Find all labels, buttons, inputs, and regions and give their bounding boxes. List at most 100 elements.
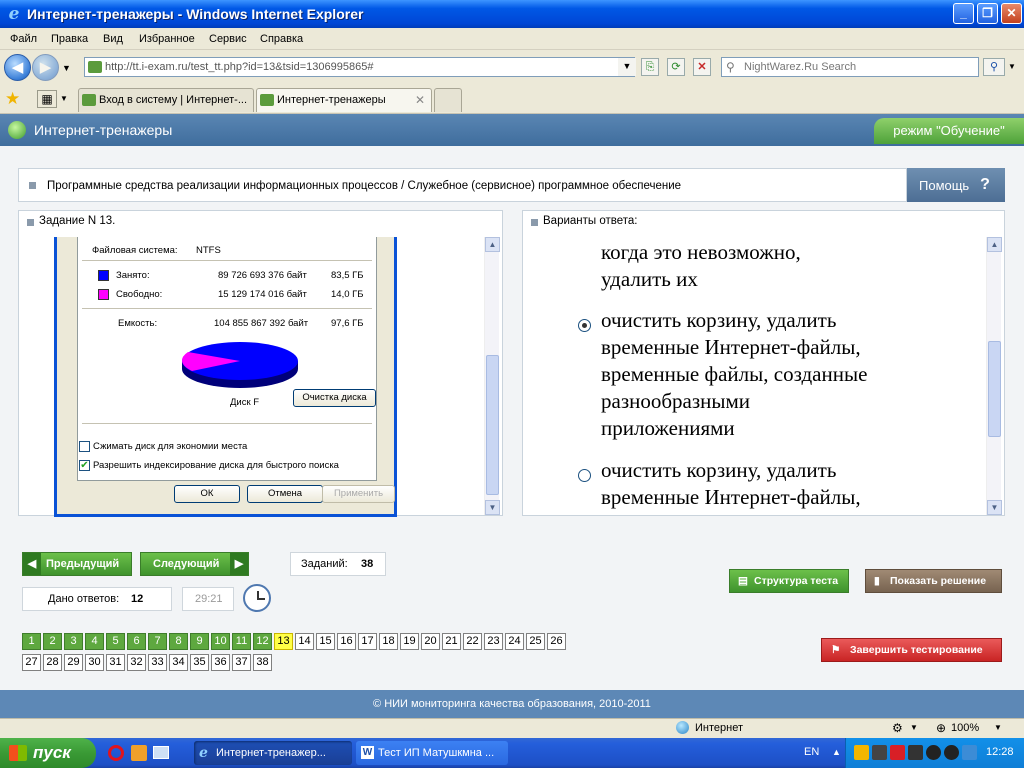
language-indicator[interactable]: EN (804, 746, 819, 758)
next-button[interactable]: Следующий ▶ (140, 552, 249, 576)
question-number-6[interactable]: 6 (127, 633, 146, 650)
tab-login[interactable]: Вход в систему | Интернет-... (78, 88, 254, 112)
protected-dropdown-icon[interactable]: ▼ (910, 723, 918, 732)
new-tab-button[interactable] (434, 88, 462, 112)
question-number-18[interactable]: 18 (379, 633, 398, 650)
question-number-9[interactable]: 9 (190, 633, 209, 650)
show-desktop-icon[interactable] (153, 746, 169, 759)
maximize-button[interactable]: ❐ (977, 3, 998, 24)
kaspersky-icon[interactable] (890, 745, 905, 760)
question-number-37[interactable]: 37 (232, 654, 251, 671)
question-number-7[interactable]: 7 (148, 633, 167, 650)
tab-list-dropdown-icon[interactable]: ▼ (60, 94, 68, 103)
question-number-26[interactable]: 26 (547, 633, 566, 650)
question-number-31[interactable]: 31 (106, 654, 125, 671)
question-number-27[interactable]: 27 (22, 654, 41, 671)
question-number-30[interactable]: 30 (85, 654, 104, 671)
help-button[interactable]: Помощь ? (907, 168, 1005, 202)
question-number-28[interactable]: 28 (43, 654, 62, 671)
address-field[interactable]: http://tt.i-exam.ru/test_tt.php?id=13&ts… (84, 57, 635, 77)
search-field[interactable]: ⚲ NightWarez.Ru Search (721, 57, 979, 77)
question-number-38[interactable]: 38 (253, 654, 272, 671)
search-button[interactable]: ⚲ (983, 58, 1005, 76)
test-structure-button[interactable]: ▤ Структура теста (729, 569, 849, 593)
scroll-down-icon[interactable]: ▼ (987, 500, 1002, 515)
question-number-24[interactable]: 24 (505, 633, 524, 650)
stop-icon[interactable]: ✕ (693, 58, 711, 76)
task-scrollbar[interactable]: ▲ ▼ (484, 237, 500, 515)
tray-app-icon[interactable] (872, 745, 887, 760)
question-number-20[interactable]: 20 (421, 633, 440, 650)
tray-app-icon[interactable] (908, 745, 923, 760)
compress-checkbox[interactable] (79, 441, 90, 452)
question-number-3[interactable]: 3 (64, 633, 83, 650)
question-number-25[interactable]: 25 (526, 633, 545, 650)
question-number-2[interactable]: 2 (43, 633, 62, 650)
question-number-35[interactable]: 35 (190, 654, 209, 671)
prev-button[interactable]: ◀ Предыдущий (22, 552, 132, 576)
disk-cleanup-button[interactable]: Очистка диска (293, 389, 376, 407)
close-button[interactable]: ✕ (1001, 3, 1022, 24)
menu-help[interactable]: Справка (260, 33, 303, 45)
back-button[interactable]: ◀ (4, 54, 31, 81)
question-number-16[interactable]: 16 (337, 633, 356, 650)
opera-icon[interactable] (108, 745, 124, 761)
refresh-icon[interactable]: ⟳ (667, 58, 685, 76)
question-number-36[interactable]: 36 (211, 654, 230, 671)
tray-app-icon[interactable] (854, 745, 869, 760)
taskbar-item-ie[interactable]: e Интернет-тренажер... (194, 741, 352, 765)
favorites-star-icon[interactable]: ★ (5, 89, 20, 109)
show-solution-button[interactable]: ▮ Показать решение (865, 569, 1002, 593)
question-number-1[interactable]: 1 (22, 633, 41, 650)
question-number-13[interactable]: 13 (274, 633, 293, 650)
question-number-22[interactable]: 22 (463, 633, 482, 650)
question-number-12[interactable]: 12 (253, 633, 272, 650)
answer-option-3-text[interactable]: очистить корзину, удалить временные Инте… (601, 457, 941, 511)
question-number-19[interactable]: 19 (400, 633, 419, 650)
question-number-4[interactable]: 4 (85, 633, 104, 650)
question-number-34[interactable]: 34 (169, 654, 188, 671)
zoom-dropdown-icon[interactable]: ▼ (994, 723, 1002, 732)
answers-scrollbar[interactable]: ▲ ▼ (986, 237, 1002, 515)
scroll-thumb[interactable] (486, 355, 499, 495)
menu-favorites[interactable]: Избранное (139, 33, 195, 45)
compat-view-icon[interactable]: ⎘ (641, 58, 659, 76)
volume-icon[interactable] (962, 745, 977, 760)
language-arrow-icon[interactable]: ▲ (832, 747, 841, 757)
question-number-32[interactable]: 32 (127, 654, 146, 671)
start-button[interactable]: пуск (0, 738, 96, 768)
question-number-8[interactable]: 8 (169, 633, 188, 650)
tab-close-icon[interactable]: ✕ (415, 93, 425, 107)
answer-option-3-radio[interactable] (578, 469, 591, 482)
protected-mode-icon[interactable]: ⚙ (892, 721, 903, 735)
question-number-14[interactable]: 14 (295, 633, 314, 650)
question-number-17[interactable]: 17 (358, 633, 377, 650)
tray-app-icon[interactable] (926, 745, 941, 760)
history-dropdown-icon[interactable]: ▼ (62, 63, 71, 73)
question-number-33[interactable]: 33 (148, 654, 167, 671)
finish-test-button[interactable]: ⚑ Завершить тестирование (821, 638, 1002, 662)
zoom-icon[interactable]: ⊕ (936, 721, 946, 735)
index-checkbox[interactable]: ✔ (79, 460, 90, 471)
cancel-button[interactable]: Отмена (247, 485, 323, 503)
menu-view[interactable]: Вид (103, 33, 123, 45)
question-number-21[interactable]: 21 (442, 633, 461, 650)
answer-option-2-text[interactable]: очистить корзину, удалить временные Инте… (601, 307, 941, 442)
menu-edit[interactable]: Правка (51, 33, 88, 45)
minimize-button[interactable]: _ (953, 3, 974, 24)
question-number-29[interactable]: 29 (64, 654, 83, 671)
address-dropdown-icon[interactable]: ▼ (618, 58, 636, 76)
quicklaunch-app-icon[interactable] (131, 745, 147, 761)
quick-tabs-icon[interactable]: ▦ (37, 90, 57, 108)
scroll-up-icon[interactable]: ▲ (485, 237, 500, 252)
tab-trainers[interactable]: Интернет-тренажеры ✕ (256, 88, 432, 112)
apply-button[interactable]: Применить (322, 485, 395, 503)
question-number-10[interactable]: 10 (211, 633, 230, 650)
zoom-level[interactable]: 100% (951, 722, 979, 734)
answer-option-2-radio[interactable] (578, 319, 591, 332)
tray-app-icon[interactable] (944, 745, 959, 760)
menu-tools[interactable]: Сервис (209, 33, 247, 45)
scroll-up-icon[interactable]: ▲ (987, 237, 1002, 252)
forward-button[interactable]: ▶ (32, 54, 59, 81)
menu-file[interactable]: Файл (10, 33, 37, 45)
